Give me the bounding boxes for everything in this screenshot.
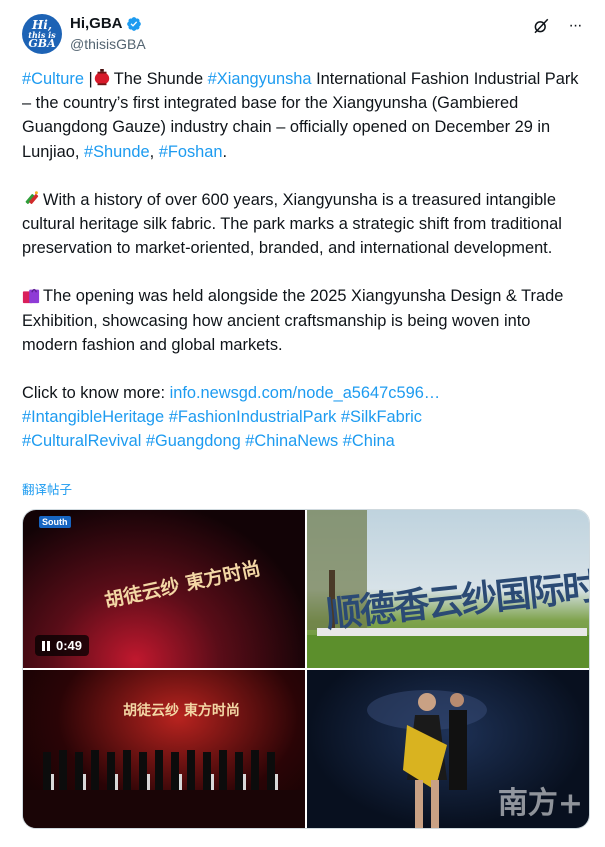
paragraph-1: #Culture | The Shunde #Xiangyunsha Intern…: [22, 67, 590, 164]
separator-text: |: [83, 70, 93, 88]
photo-fashion-runway[interactable]: 南方+: [307, 670, 589, 828]
photo-park-sign[interactable]: 顺德香云纱国际时尚: [307, 510, 589, 668]
article-link[interactable]: info.newsgd.com/node_a5647c596…: [170, 384, 441, 402]
hashtag-xiangyunsha[interactable]: #Xiangyunsha: [208, 70, 312, 88]
header-actions: ···: [531, 16, 585, 36]
grok-glyph-icon: [534, 18, 549, 34]
shopping-bags-icon: [22, 289, 40, 304]
avatar-text-line: GBA: [28, 36, 56, 50]
hashtag-culturalrevival[interactable]: #CulturalRevival: [22, 432, 141, 450]
grok-icon[interactable]: [531, 16, 551, 36]
paragraph-4: Click to know more: info.newsgd.com/node…: [22, 381, 590, 454]
red-lantern-icon: [94, 69, 109, 86]
image-watermark: 南方+: [497, 786, 583, 821]
hashtag-silkfabric[interactable]: #SilkFabric: [341, 408, 422, 426]
hashtag-shunde[interactable]: #Shunde: [84, 143, 150, 161]
paragraph-3-text: The opening was held alongside the 2025 …: [22, 287, 564, 354]
hashtag-fashionindustrialpark[interactable]: #FashionIndustrialPark: [169, 408, 337, 426]
text-segment: .: [222, 142, 228, 161]
author-handle[interactable]: @thisisGBA: [70, 36, 146, 52]
video-duration-badge: 0:49: [35, 635, 90, 656]
hashtag-intangibleheritage[interactable]: #IntangibleHeritage: [22, 408, 164, 426]
hashtag-culture[interactable]: #Culture: [22, 70, 84, 88]
display-name[interactable]: Hi,GBA: [70, 15, 123, 32]
avatar[interactable]: Hi, this is GBA: [22, 14, 62, 54]
hashtag-chinanews[interactable]: #ChinaNews: [245, 432, 338, 450]
firecracker-icon: [25, 191, 39, 204]
author-name-row[interactable]: Hi,GBA: [70, 15, 142, 32]
text-segment: The Shunde: [113, 70, 208, 88]
more-options-icon[interactable]: ···: [565, 16, 585, 36]
author-info: Hi,GBA @thisisGBA: [70, 15, 146, 52]
post-header: Hi, this is GBA Hi,GBA @thisisGBA ···: [22, 12, 585, 58]
hashtag-china[interactable]: #China: [343, 432, 395, 450]
video-duration: 0:49: [56, 638, 83, 653]
post-text: #Culture | The Shunde #Xiangyunsha Intern…: [22, 67, 590, 454]
link-lead-text: Click to know more:: [22, 384, 170, 403]
video-thumbnail[interactable]: South 胡徒云纱 東方时尚 0:49: [23, 510, 305, 668]
translate-post-link[interactable]: 翻译帖子: [22, 479, 72, 498]
ceremony-scene-graphic: [23, 750, 305, 828]
avatar-text-line: Hi,: [31, 17, 53, 32]
photo-ceremony-stage[interactable]: 胡徒云纱 東方时尚: [23, 670, 305, 828]
paragraph-3: The opening was held alongside the 2025 …: [22, 284, 590, 357]
video-source-logo: South: [39, 516, 71, 528]
paragraph-2: With a history of over 600 years, Xiangy…: [22, 188, 590, 261]
text-segment: ,: [149, 142, 159, 161]
media-grid: South 胡徒云纱 東方时尚 0:49 顺德香云纱国际时尚 胡徒云纱 東方时尚: [22, 509, 590, 829]
more-options-glyph: ···: [568, 17, 583, 34]
hashtag-guangdong[interactable]: #Guangdong: [146, 432, 241, 450]
paragraph-2-text: With a history of over 600 years, Xiangy…: [22, 190, 562, 258]
stage-banner-text: 胡徒云纱 東方时尚: [102, 557, 263, 613]
verified-badge-icon: [126, 16, 141, 31]
hashtag-foshan[interactable]: #Foshan: [159, 143, 223, 161]
pause-icon: [42, 640, 50, 651]
